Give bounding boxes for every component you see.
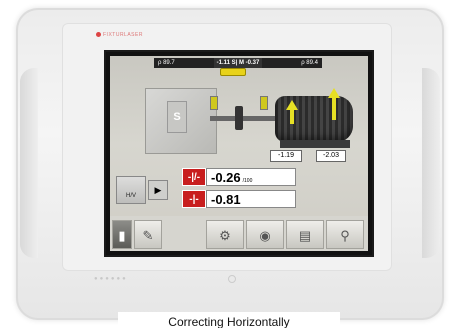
front-foot-value: -1.19 bbox=[270, 150, 302, 162]
angular-readout-row: -|/- -0.26/100 bbox=[182, 168, 296, 186]
brand-logo: FIXTURLASER bbox=[96, 32, 143, 38]
device-handle-right bbox=[422, 68, 440, 258]
sensor-m bbox=[260, 96, 268, 110]
device-screen: ρ 89.7 -1.11 S| M -0.37 ρ 89.4 S -1.19 -… bbox=[104, 50, 374, 257]
back-foot-value: -2.03 bbox=[316, 150, 346, 162]
angular-readout-button[interactable]: -|/- bbox=[182, 168, 206, 186]
brand-text: FIXTURLASER bbox=[103, 32, 143, 38]
offset-readout: -1.11 S| M -0.37 bbox=[213, 58, 263, 68]
motor-base bbox=[280, 140, 350, 148]
offset-readout-value: -0.81 bbox=[206, 190, 296, 208]
sensor-s bbox=[210, 96, 218, 110]
angle-status-bar: ρ 89.7 -1.11 S| M -0.37 ρ 89.4 bbox=[154, 58, 322, 68]
view-eye-icon[interactable]: ◉ bbox=[246, 220, 284, 249]
stationary-machine-label: S bbox=[167, 101, 187, 133]
exit-icon[interactable]: ▮ bbox=[112, 220, 132, 249]
indicator-dots: ●●●●●● bbox=[94, 276, 128, 282]
measure-tool-icon[interactable]: ⚲ bbox=[326, 220, 364, 249]
play-button[interactable]: ▶ bbox=[148, 180, 168, 200]
angular-unit: /100 bbox=[242, 178, 253, 184]
shaft bbox=[210, 116, 285, 121]
shim-tool-icon[interactable]: ▤ bbox=[286, 220, 324, 249]
angular-readout-value: -0.26/100 bbox=[206, 168, 296, 186]
offset-readout-row: -|- -0.81 bbox=[182, 190, 296, 208]
caption: Correcting Horizontally bbox=[118, 312, 340, 328]
back-foot-arrow-icon bbox=[328, 88, 340, 98]
device-handle-left bbox=[20, 68, 38, 258]
sensor-tool-icon[interactable]: ✎ bbox=[134, 220, 162, 249]
hv-mode-icon[interactable]: H/V bbox=[116, 176, 146, 204]
offset-readout-button[interactable]: -|- bbox=[182, 190, 206, 208]
alignment-scene: ρ 89.7 -1.11 S| M -0.37 ρ 89.4 S -1.19 -… bbox=[110, 56, 368, 251]
back-foot-arrow-stem bbox=[332, 98, 336, 120]
coupling bbox=[235, 106, 243, 130]
front-foot-arrow-icon bbox=[286, 100, 298, 110]
right-angle-readout: ρ 89.4 bbox=[301, 60, 318, 66]
angular-value: -0.26 bbox=[211, 170, 241, 185]
power-button[interactable] bbox=[228, 275, 236, 283]
offset-value: -0.81 bbox=[211, 192, 241, 207]
left-angle-readout: ρ 89.7 bbox=[158, 60, 175, 66]
hv-mode-label: H/V bbox=[125, 193, 136, 199]
level-indicator bbox=[220, 68, 246, 76]
wrench-tool-icon[interactable]: ⚙ bbox=[206, 220, 244, 249]
front-foot-arrow-stem bbox=[290, 110, 294, 124]
